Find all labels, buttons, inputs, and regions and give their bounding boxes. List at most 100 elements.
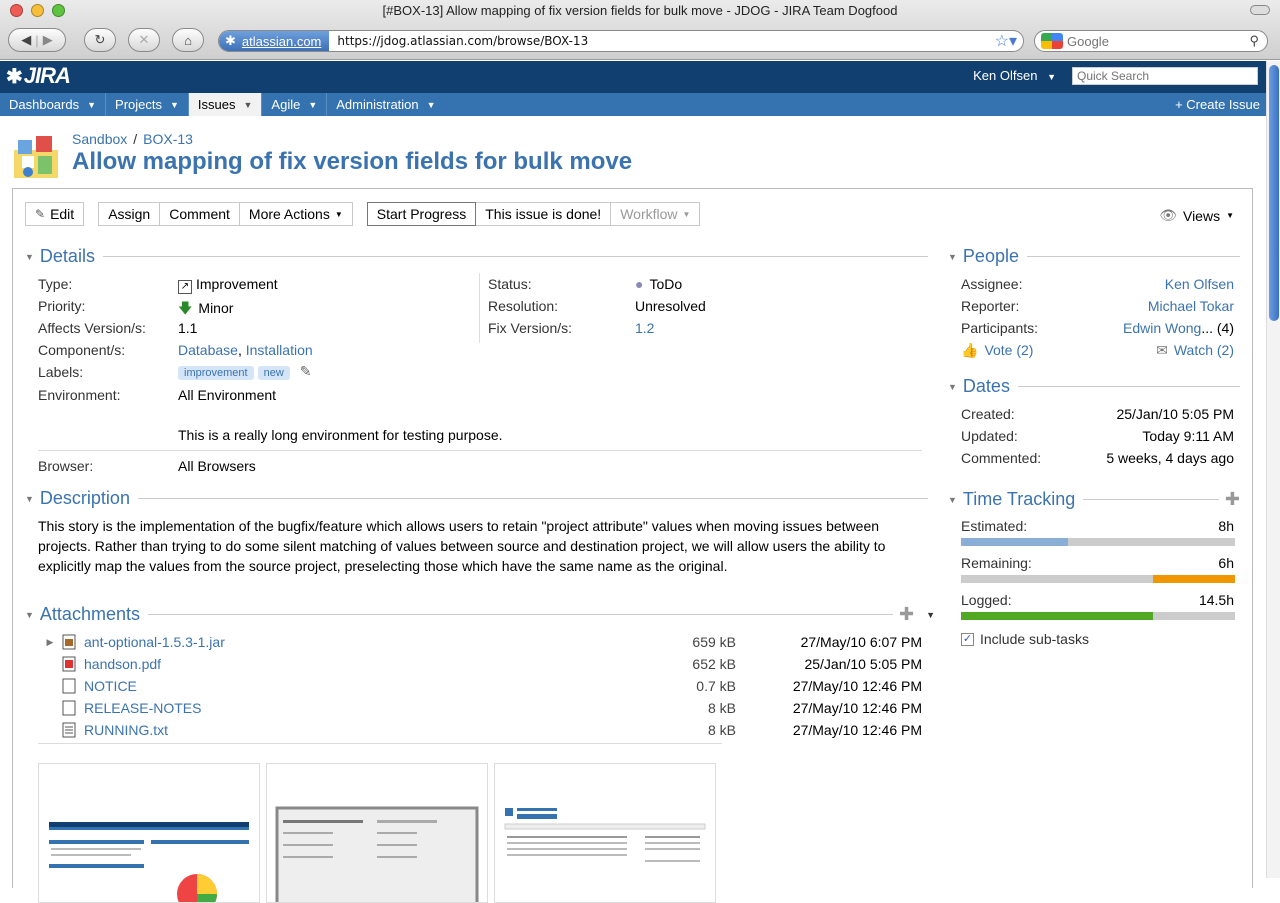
affects-version-value: 1.1 [178,320,198,336]
nav-issues[interactable]: Issues ▼ [188,93,263,116]
affects-version-label: Affects Version/s: [38,320,146,336]
fix-version-link[interactable]: 1.2 [635,320,654,336]
jira-logo[interactable]: ✱ JIRA [6,63,71,89]
time-tracking-section-header[interactable]: ▼ Time Tracking ✚ [948,489,1240,510]
chevron-down-icon: ▼ [308,99,318,110]
add-attachment-icon[interactable]: ✚ [899,604,914,625]
window-title: [#BOX-13] Allow mapping of fix version f… [382,3,898,18]
todo-status-icon: ● [635,276,644,292]
component-separator: , [237,342,242,358]
attachments-section-header[interactable]: ▼ Attachments ✚ ▼ [25,604,935,625]
participants-more[interactable]: ... (4) [1201,320,1234,336]
type-value: ↗ Improvement [178,276,278,294]
create-issue-link[interactable]: + Create Issue [1175,97,1260,112]
attachment-thumbnail[interactable] [38,763,260,903]
collapse-triangle-icon: ▼ [25,609,34,620]
toolbar-toggle-button[interactable] [1250,5,1270,15]
attachment-link[interactable]: NOTICE [84,678,646,694]
attachment-link[interactable]: ant-optional-1.5.3-1.jar [84,634,646,650]
assignee-link[interactable]: Ken Olfsen [1165,276,1234,292]
home-button[interactable]: ⌂ [172,28,204,52]
file-icon [62,678,84,694]
label-tag[interactable]: improvement [178,366,254,380]
quick-search-input[interactable] [1072,67,1258,85]
breadcrumb-issue-key[interactable]: BOX-13 [143,131,193,147]
component-link[interactable]: Installation [246,342,313,358]
more-actions-label: More Actions [248,206,330,222]
attachment-link[interactable]: RELEASE-NOTES [84,700,646,716]
reporter-label: Reporter: [961,298,1020,314]
components-label: Component/s: [38,342,126,358]
reporter-link[interactable]: Michael Tokar [1148,298,1234,314]
attachment-size: 8 kB [707,700,736,716]
watch-link[interactable]: ✉ Watch (2) [1156,342,1234,359]
attachment-thumbnail[interactable] [266,763,488,903]
remaining-label: Remaining: [961,555,1032,571]
comment-button[interactable]: Comment [160,203,240,225]
assign-button[interactable]: Assign [99,203,161,225]
nav-administration[interactable]: Administration ▼ [327,93,444,116]
stop-button[interactable]: ✕ [128,28,160,52]
scrollbar-thumb[interactable] [1269,65,1279,321]
estimated-value: 8h [1218,518,1234,534]
views-button[interactable]: 👁 Views ▼ [1159,207,1234,224]
dates-heading: Dates [962,376,1010,396]
browser-search-input[interactable] [1067,33,1250,49]
fix-version-label: Fix Version/s: [488,320,573,336]
attachment-row[interactable]: RELEASE-NOTES 8 kB 27/May/10 12:46 PM [38,697,922,719]
nav-dashboards[interactable]: Dashboards ▼ [0,93,107,116]
attachment-row[interactable]: ▶ ant-optional-1.5.3-1.jar 659 kB 27/May… [38,631,922,653]
label-tag[interactable]: new [257,366,290,380]
component-link[interactable]: Database [178,342,238,358]
description-section-header[interactable]: ▼ Description [25,488,928,509]
divider [38,450,922,451]
nav-agile[interactable]: Agile ▼ [262,93,328,116]
search-icon[interactable]: ⚲ [1249,33,1267,49]
issue-done-button[interactable]: This issue is done! [476,203,612,225]
expand-triangle-icon[interactable]: ▶ [38,637,62,648]
site-identity-label: atlassian.com [241,33,322,49]
details-section-header[interactable]: ▼ Details [25,246,928,267]
edit-labels-pencil-icon[interactable]: ✎ [300,363,312,379]
attachment-link[interactable]: RUNNING.txt [84,722,646,738]
breadcrumb-project[interactable]: Sandbox [72,131,127,147]
attachment-thumbnail[interactable] [494,763,716,903]
address-bar[interactable]: ✱ atlassian.com https://jdog.atlassian.c… [218,30,1024,52]
nav-projects[interactable]: Projects ▼ [106,93,189,116]
attachment-row[interactable]: RUNNING.txt 8 kB 27/May/10 12:46 PM [38,719,922,741]
people-section-header[interactable]: ▼ People [948,246,1240,267]
bookmark-star-icon[interactable]: ☆▾ [995,31,1023,51]
components-value: Database, Installation [178,342,313,358]
forward-arrow-icon[interactable]: ▶ [43,32,53,48]
divider [38,743,722,744]
workflow-button[interactable]: Workflow ▼ [611,203,700,225]
views-label: Views [1182,207,1221,224]
start-progress-button[interactable]: Start Progress [366,202,477,226]
page-scrollbar[interactable] [1266,61,1280,878]
add-time-icon[interactable]: ✚ [1225,489,1240,510]
participant-link[interactable]: Edwin Wong [1123,320,1201,336]
attachment-row[interactable]: NOTICE 0.7 kB 27/May/10 12:46 PM [38,675,922,697]
attachment-row[interactable]: handson.pdf 652 kB 25/Jan/10 5:05 PM [38,653,922,675]
user-menu[interactable]: Ken Olfsen ▼ [973,68,1056,83]
attachment-link[interactable]: handson.pdf [84,656,646,672]
reload-button[interactable]: ↻ [84,28,116,52]
include-subtasks-checkbox[interactable]: ✓ [961,632,974,646]
back-forward-buttons[interactable]: ◀ | ▶ [8,28,66,52]
include-subtasks-option[interactable]: ✓ Include sub-tasks [961,631,1089,647]
edit-group: ✎ Edit [25,202,85,226]
browser-search-box[interactable]: ⚲ [1034,30,1268,52]
envelope-icon: ✉ [1156,342,1168,358]
chevron-down-icon: ▼ [1226,211,1234,220]
collapse-triangle-icon: ▼ [948,251,957,262]
vote-link[interactable]: 👍 Vote (2) [961,342,1033,359]
thumbs-up-icon: 👍 [961,342,979,358]
google-icon[interactable] [1041,33,1063,49]
site-identity[interactable]: ✱ atlassian.com [219,31,330,51]
edit-button[interactable]: ✎ Edit [26,203,84,225]
url-text[interactable]: https://jdog.atlassian.com/browse/BOX-13 [329,34,994,48]
dates-section-header[interactable]: ▼ Dates [948,376,1240,397]
more-actions-button[interactable]: More Actions ▼ [239,203,352,225]
chevron-down-icon[interactable]: ▼ [926,610,935,620]
back-arrow-icon[interactable]: ◀ [21,32,31,48]
